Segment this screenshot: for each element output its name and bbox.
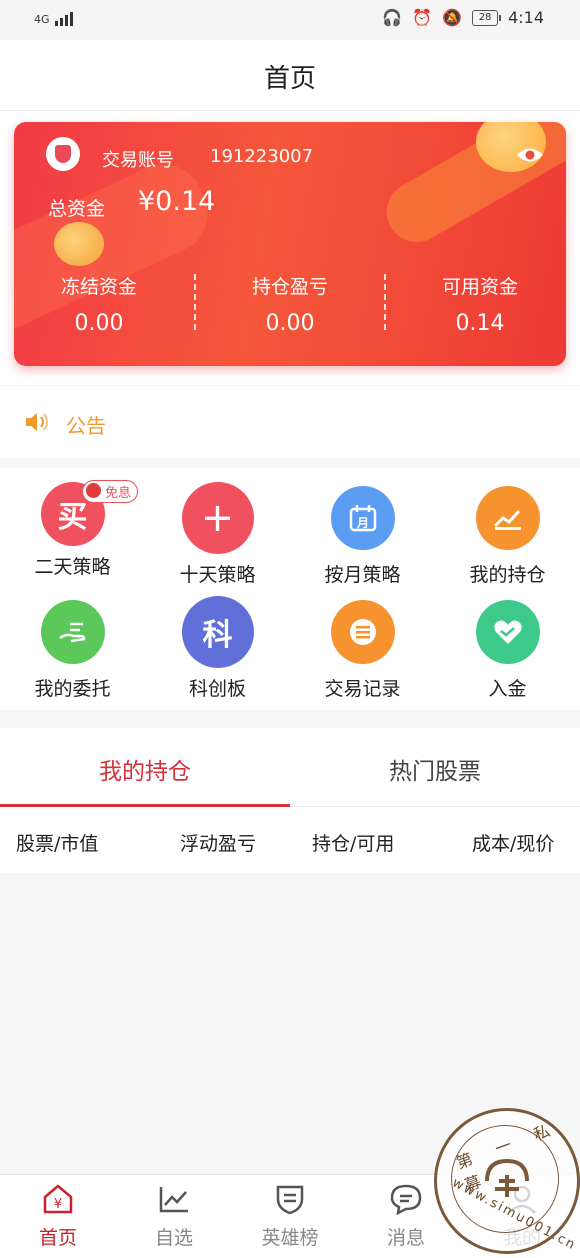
tabbar-home[interactable]: ¥ 首页 — [0, 1183, 116, 1250]
line-chart-icon — [159, 1187, 188, 1213]
status-bar: 4G 🎧 ⏰ 🔕 28 4:14 — [0, 0, 580, 40]
shortcut-deposit[interactable]: 入金 — [435, 596, 580, 701]
clock: 4:14 — [508, 8, 544, 27]
chart-icon — [475, 486, 540, 550]
stat-divider — [194, 274, 196, 330]
tabbar-watchlist[interactable]: 自选 — [116, 1183, 232, 1250]
alarm-icon: ⏰ — [412, 8, 433, 27]
position-tabs: 我的持仓 热门股票 — [0, 728, 580, 807]
coin-decoration — [54, 222, 104, 266]
calendar-icon: 月 — [330, 486, 395, 550]
signal-indicator: 4G — [34, 10, 73, 26]
tab-hot-stocks[interactable]: 热门股票 — [290, 752, 580, 786]
page-title: 首页 — [263, 64, 316, 94]
column-header: 成本/现价 — [472, 833, 555, 855]
shortcut-ten-day-strategy[interactable]: + 十天策略 — [145, 482, 290, 587]
available-funds: 可用资金 0.14 — [405, 272, 555, 336]
column-header: 浮动盈亏 — [180, 833, 257, 855]
announcement-label: 公告 — [66, 414, 106, 438]
status-icons: 🎧 ⏰ 🔕 28 4:14 — [382, 8, 544, 27]
hand-icon — [40, 600, 105, 664]
svg-text:¥: ¥ — [54, 1197, 62, 1212]
tab-my-positions[interactable]: 我的持仓 — [0, 752, 290, 786]
stat-divider — [384, 274, 386, 330]
account-card: 交易账号 191223007 总资金 ¥0.14 冻结资金 0.00 持仓盈亏 … — [14, 122, 566, 366]
speaker-icon — [26, 413, 48, 431]
shortcut-my-positions[interactable]: 我的持仓 — [435, 482, 580, 587]
stat-label: 冻结资金 — [60, 276, 137, 298]
shortcut-grid: 买 二天策略 免息 + 十天策略 月 按月策略 我的持仓 我的委托 科 科创板 … — [0, 468, 580, 710]
tabbar-label: 首页 — [38, 1227, 77, 1249]
signal-bars-icon — [54, 10, 73, 26]
tabbar-label: 英雄榜 — [261, 1227, 319, 1249]
total-funds-label: 总资金 — [48, 198, 106, 220]
home-yen-icon: ¥ — [43, 1184, 73, 1214]
account-number: 191223007 — [210, 146, 314, 167]
battery-icon: 28 — [472, 9, 502, 26]
shortcut-star-market[interactable]: 科 科创板 — [145, 596, 290, 701]
column-header: 股票/市值 — [16, 833, 99, 855]
account-label: 交易账号 — [102, 150, 174, 171]
stat-value: 0.00 — [265, 311, 315, 336]
total-funds-value: ¥0.14 — [138, 186, 216, 217]
position-pnl: 持仓盈亏 0.00 — [215, 272, 365, 336]
mute-bell-icon: 🔕 — [442, 8, 463, 27]
svg-text:月: 月 — [355, 516, 368, 530]
stat-label: 持仓盈亏 — [251, 276, 328, 298]
frozen-funds: 冻结资金 0.00 — [24, 272, 174, 336]
shortcut-label: 我的持仓 — [469, 564, 546, 586]
shortcut-monthly-strategy[interactable]: 月 按月策略 — [290, 482, 435, 587]
tabbar-leaderboard[interactable]: 英雄榜 — [232, 1183, 348, 1250]
list-icon — [330, 600, 395, 664]
stat-value: 0.00 — [74, 311, 124, 336]
tabbar-label: 消息 — [386, 1227, 425, 1249]
heart-handshake-icon — [475, 600, 540, 664]
column-header: 持仓/可用 — [312, 833, 395, 855]
table-header: 股票/市值 浮动盈亏 持仓/可用 成本/现价 — [0, 807, 580, 873]
badge-label: 免息 — [105, 486, 132, 501]
tabbar-label: 自选 — [154, 1227, 193, 1249]
header: 首页 — [0, 40, 580, 111]
shortcut-label: 科创板 — [188, 678, 246, 700]
watermark-stamp: 第 一 私 募 www.simu001.cn — [434, 1108, 580, 1254]
network-type: 4G — [34, 13, 50, 26]
account-icon — [46, 137, 80, 171]
shield-list-icon — [276, 1185, 304, 1215]
shortcut-label: 二天策略 — [34, 556, 111, 578]
eye-icon[interactable] — [516, 146, 544, 164]
shortcut-label: 入金 — [488, 678, 527, 700]
shortcut-label: 按月策略 — [324, 564, 401, 586]
interest-free-badge: 免息 — [82, 480, 139, 503]
announcement-bar[interactable]: 公告 — [0, 386, 580, 458]
shortcut-my-orders[interactable]: 我的委托 — [0, 596, 145, 701]
message-icon — [390, 1184, 422, 1216]
stat-value: 0.14 — [455, 311, 505, 336]
stat-label: 可用资金 — [441, 276, 518, 298]
shortcut-label: 我的委托 — [34, 678, 111, 700]
shortcut-label: 十天策略 — [179, 564, 256, 586]
hot-icon — [86, 483, 101, 498]
headphones-icon: 🎧 — [382, 8, 403, 27]
shortcut-trade-records[interactable]: 交易记录 — [290, 596, 435, 701]
shortcut-label: 交易记录 — [324, 678, 401, 700]
plus-icon: + — [181, 482, 254, 554]
star-market-icon: 科 — [181, 596, 254, 668]
